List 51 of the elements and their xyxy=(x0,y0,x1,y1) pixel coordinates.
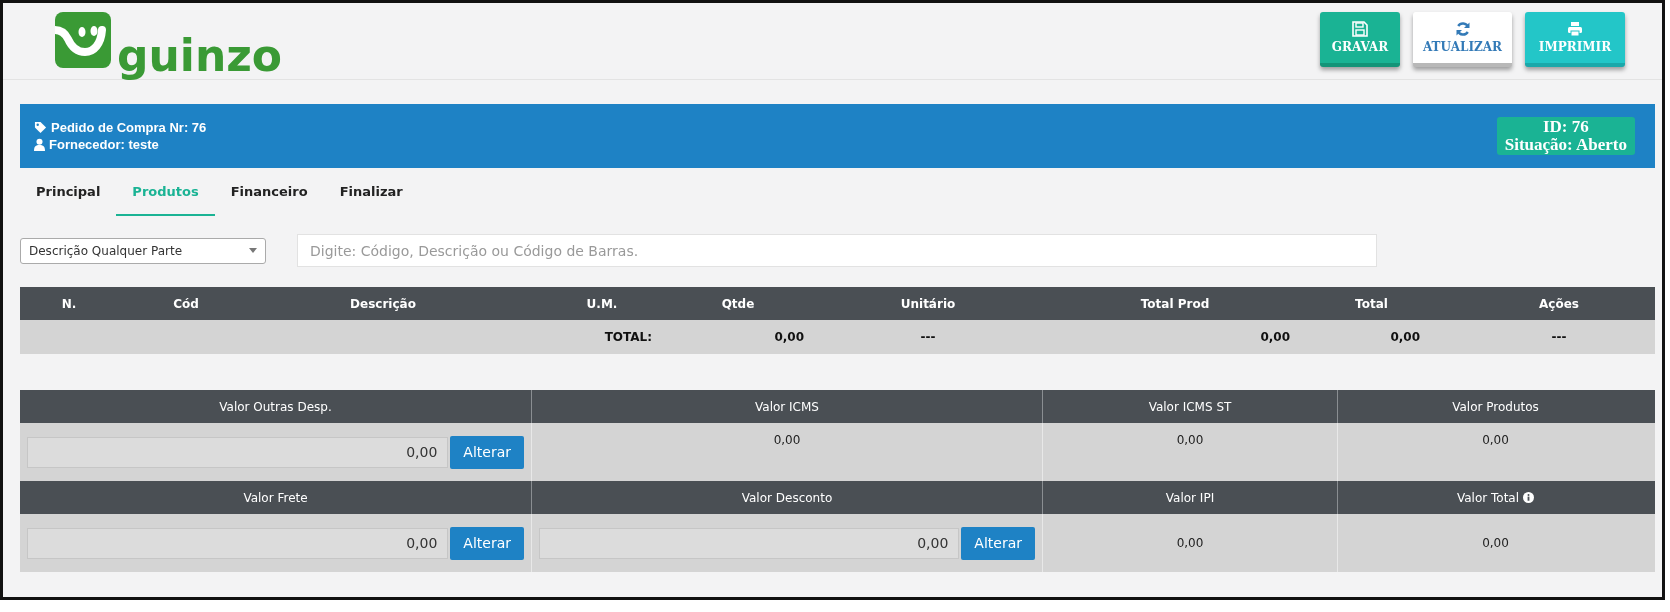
table-cell: 0,00 xyxy=(1260,330,1290,344)
field-label: Valor ICMS ST xyxy=(1148,399,1232,414)
field-label: Valor IPI xyxy=(1165,490,1215,505)
column-header: N. xyxy=(60,296,78,311)
column-header: U.M. xyxy=(585,296,619,311)
field-value: 0,00 xyxy=(1482,433,1509,449)
value-field[interactable]: 0,00 xyxy=(539,527,960,559)
logo-icon xyxy=(55,12,111,68)
change-button[interactable]: Alterar xyxy=(450,526,524,560)
table-cell: TOTAL: xyxy=(604,330,652,344)
field-value: 0,00 xyxy=(773,433,801,449)
logo-wordmark: guinzo xyxy=(117,34,283,78)
column-header: Total xyxy=(1354,296,1389,311)
search-mode-dropdown[interactable]: Descrição Qualquer Parte xyxy=(20,237,266,264)
column-header: Qtde xyxy=(720,296,756,311)
search-field[interactable]: Digite: Código, Descrição ou Código de Barras. xyxy=(297,234,1377,267)
column-header: Total Prod xyxy=(1139,296,1211,311)
table-cell: --- xyxy=(1551,330,1567,344)
order-title: Pedido de Compra Nr: 76 xyxy=(51,120,207,135)
field-label: Valor ICMS xyxy=(755,399,819,414)
value-field[interactable]: 0,00 xyxy=(27,436,449,468)
field-label: Valor Outras Desp. xyxy=(219,399,332,414)
table-cell: --- xyxy=(920,330,936,344)
field-value: 0,00 xyxy=(1176,433,1204,449)
tab[interactable]: Finalizar xyxy=(323,168,419,216)
status-badge: ID: 76 Situação: Aberto xyxy=(1496,117,1635,155)
tag-icon xyxy=(34,121,47,134)
field-value: 0,00 xyxy=(1482,536,1509,550)
info-icon xyxy=(1523,492,1535,503)
tab[interactable]: Principal xyxy=(20,168,117,216)
caret-icon xyxy=(249,248,257,253)
column-header: Descrição xyxy=(349,296,417,311)
change-button[interactable]: Alterar xyxy=(961,526,1035,560)
field-label: Valor Desconto xyxy=(741,490,833,505)
supplier-label: Fornecedor: teste xyxy=(49,137,159,152)
value-field[interactable]: 0,00 xyxy=(27,527,449,559)
field-value: 0,00 xyxy=(1176,536,1204,550)
column-header: Cód xyxy=(172,296,200,311)
column-header: Ações xyxy=(1538,296,1580,311)
user-icon xyxy=(34,138,45,151)
field-label: Valor Frete xyxy=(243,490,308,505)
tab[interactable]: Financeiro xyxy=(214,168,324,216)
table-cell: 0,00 xyxy=(1390,330,1420,344)
refresh-icon xyxy=(1454,21,1471,37)
field-label: Valor Total xyxy=(1456,490,1520,505)
table-cell: 0,00 xyxy=(774,330,804,344)
refresh-button[interactable]: ATUALIZAR xyxy=(1413,12,1512,67)
column-header: Unitário xyxy=(899,296,957,311)
printer-icon xyxy=(1567,21,1583,37)
change-button[interactable]: Alterar xyxy=(450,435,524,469)
field-label: Valor Produtos xyxy=(1452,399,1539,414)
